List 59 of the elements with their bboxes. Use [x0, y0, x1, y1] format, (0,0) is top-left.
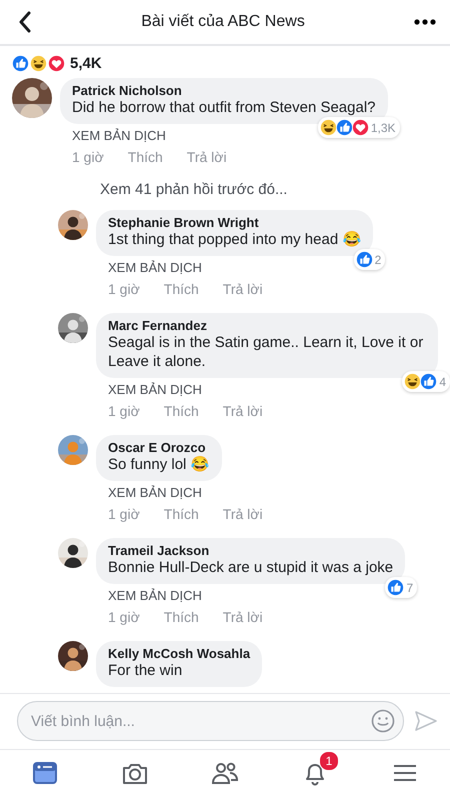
reaction-count: 1,3K: [370, 120, 396, 134]
like-link[interactable]: Thích: [128, 149, 163, 165]
laughing-face-icon: [320, 119, 337, 136]
menu-icon[interactable]: [393, 764, 417, 780]
reaction-summary[interactable]: 1,3K: [318, 117, 400, 138]
see-translation-link[interactable]: XEM BẢN DỊCH: [108, 260, 202, 275]
like-icon: [420, 373, 438, 390]
like-link[interactable]: Thích: [164, 281, 199, 297]
reaction-summary[interactable]: 7: [385, 577, 418, 598]
comment-time: 1 giờ: [108, 609, 140, 625]
reaction-count: 7: [406, 580, 414, 594]
comment-author: Trameil Jackson: [108, 543, 210, 558]
like-icon: [387, 579, 404, 596]
comment-time: 1 giờ: [72, 149, 104, 165]
comment-time: 1 giờ: [108, 506, 140, 522]
comment-author: Marc Fernandez: [108, 318, 208, 333]
more-options-button[interactable]: [414, 19, 436, 25]
comment-author: Patrick Nicholson: [72, 83, 183, 98]
like-icon: [356, 251, 373, 268]
smiley-icon[interactable]: [371, 709, 395, 733]
reply-link[interactable]: Trả lời: [222, 403, 263, 419]
reply-link[interactable]: Trả lời: [222, 506, 263, 522]
camera-icon[interactable]: [123, 764, 147, 784]
bell-icon[interactable]: [306, 764, 324, 785]
comment-author: Stephanie Brown Wright: [108, 215, 260, 230]
like-link[interactable]: Thích: [164, 506, 199, 522]
comment-text: Bonnie Hull-Deck are u stupid it was a joke: [108, 558, 394, 577]
comment-text: Did he borrow that outfit from Steven Seagal?: [72, 98, 376, 117]
like-link[interactable]: Thích: [164, 403, 199, 419]
reply-link[interactable]: Trả lời: [222, 609, 263, 625]
page-title: Bài viết của ABC News: [141, 13, 305, 31]
comment-text: For the win: [108, 661, 184, 680]
reply-link[interactable]: Trả lời: [186, 149, 227, 165]
reaction-summary[interactable]: 2: [354, 249, 386, 270]
like-link[interactable]: Thích: [164, 609, 199, 625]
like-icon: [12, 55, 29, 72]
see-translation-link[interactable]: XEM BẢN DỊCH: [108, 382, 202, 397]
previous-replies-link[interactable]: Xem 41 phản hồi trước đó...: [100, 181, 288, 198]
comment-time: 1 giờ: [108, 281, 140, 297]
notification-badge: 1: [319, 750, 339, 770]
reaction-count: 4: [439, 374, 446, 388]
comment-text: 1st thing that popped into my head 😂: [108, 230, 362, 249]
comment-field[interactable]: Viết bình luận...: [17, 701, 404, 741]
comment-text: So funny lol 😂: [108, 455, 210, 474]
reply-link[interactable]: Trả lời: [222, 281, 263, 297]
see-translation-link[interactable]: XEM BẢN DỊCH: [108, 485, 202, 500]
like-icon: [336, 119, 353, 136]
back-button[interactable]: [18, 11, 32, 33]
comment-author: Kelly McCosh Wosahla: [108, 646, 250, 661]
laughing-face-icon: [404, 373, 422, 390]
comment-text: Seagal is in the Satin game.. Learn it, Love it or Leave it alone.: [108, 333, 424, 371]
reaction-count[interactable]: 5,4K: [70, 55, 102, 72]
comment-author: Oscar E Orozco: [108, 440, 207, 455]
reaction-summary[interactable]: 4: [402, 371, 450, 392]
see-translation-link[interactable]: XEM BẢN DỊCH: [108, 588, 202, 603]
see-translation-link[interactable]: XEM BẢN DỊCH: [72, 128, 166, 143]
laughing-face-icon: [30, 55, 47, 72]
comment-time: 1 giờ: [108, 403, 140, 419]
reaction-count: 2: [374, 252, 382, 266]
